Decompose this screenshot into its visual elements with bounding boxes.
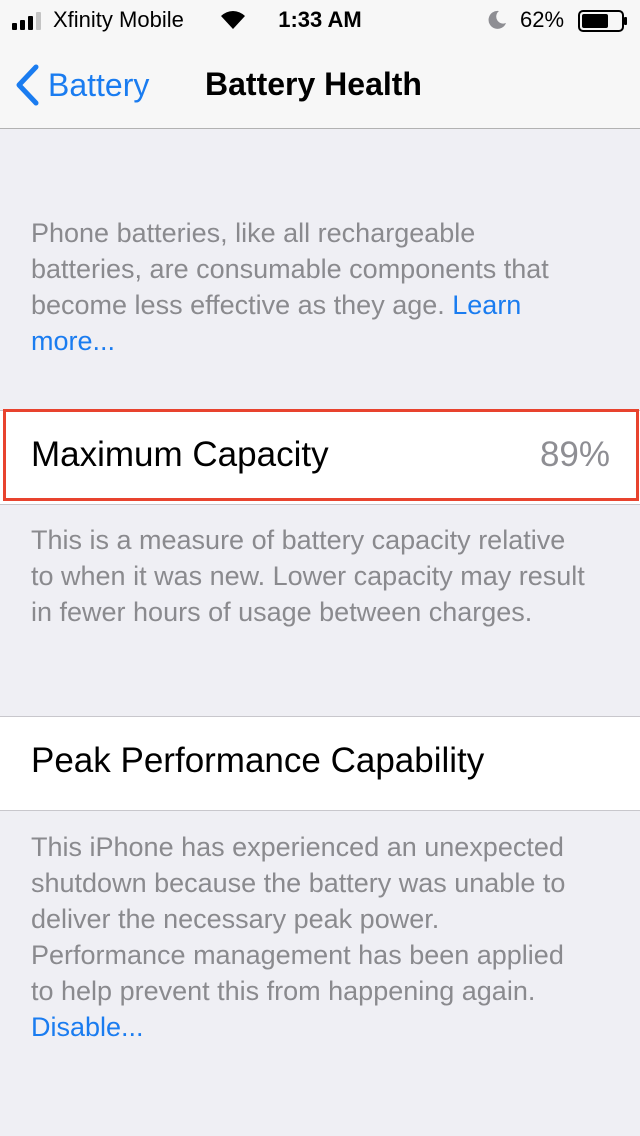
peak-performance-description: This iPhone has experienced an unexpecte… [31, 832, 566, 1006]
battery-icon [578, 10, 627, 32]
peak-performance-text-block: This iPhone has experienced an unexpecte… [31, 829, 591, 1045]
disable-link[interactable]: Disable... [31, 1009, 591, 1045]
back-button-label: Battery [48, 66, 150, 103]
peak-performance-row: Peak Performance Capability [0, 716, 640, 811]
page-title: Battery Health [205, 66, 422, 102]
navigation-bar: Battery Battery Health [0, 40, 640, 129]
battery-percentage: 62% [520, 7, 565, 32]
status-bar: Xfinity Mobile 1:33 AM 62% [0, 0, 640, 40]
peak-performance-label: Peak Performance Capability [31, 741, 485, 780]
moon-icon [488, 10, 506, 29]
intro-text-block: Phone batteries, like all rechargeable b… [31, 215, 591, 359]
chevron-left-icon [16, 64, 39, 106]
maximum-capacity-label: Maximum Capacity [31, 435, 329, 474]
capacity-description: This is a measure of battery capacity re… [31, 525, 585, 627]
back-button[interactable]: Battery [14, 62, 149, 108]
maximum-capacity-value: 89% [539, 435, 610, 474]
maximum-capacity-row: Maximum Capacity 89% [0, 410, 640, 505]
